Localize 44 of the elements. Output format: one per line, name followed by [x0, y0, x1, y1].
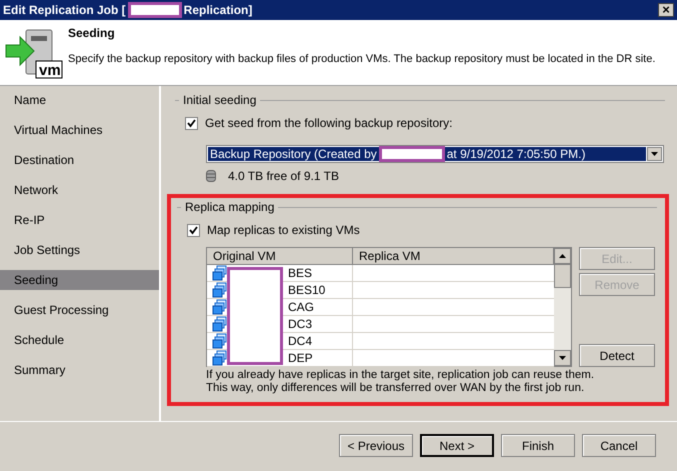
sidebar-item[interactable]: Guest Processing [0, 300, 159, 320]
close-button[interactable]: × [658, 3, 674, 17]
sidebar-item[interactable]: Job Settings [0, 240, 159, 260]
checkbox-label: Map replicas to existing VMs [207, 222, 360, 239]
database-icon [206, 170, 216, 182]
sidebar-item[interactable]: Destination [0, 150, 159, 170]
checkbox[interactable] [187, 224, 200, 236]
dialog-button[interactable]: Detect [579, 344, 655, 367]
sidebar-item[interactable]: Seeding [0, 270, 159, 290]
vm-icon [212, 350, 228, 366]
dialog-button[interactable]: Cancel [582, 434, 656, 457]
group-legend: Initial seeding [183, 93, 256, 107]
sidebar-item[interactable]: Re-IP [0, 210, 159, 230]
repository-dropdown[interactable]: Backup Repository (Created by at 9/19/2012 7:05:50 PM.) [206, 145, 664, 163]
vm-icon [212, 265, 228, 281]
sidebar-item[interactable]: Network [0, 180, 159, 200]
vm-icon [212, 282, 228, 298]
redaction-box [128, 2, 182, 18]
dialog-button[interactable]: < Previous [339, 434, 413, 457]
free-space-text: 4.0 TB free of 9.1 TB [228, 168, 339, 185]
group-legend: Replica mapping [185, 200, 274, 214]
window-title: Replication] [184, 2, 252, 19]
scroll-up-icon[interactable] [554, 248, 571, 264]
checkbox[interactable] [185, 116, 198, 130]
replica-note: If you already have replicas in the target site, replication job can reuse them. This way, only differences will be transferred over WAN by the first job run. [205, 369, 596, 395]
scrollbar[interactable] [554, 248, 571, 366]
scroll-down-icon[interactable] [554, 350, 571, 366]
sidebar-item[interactable]: Schedule [0, 330, 159, 350]
window-title: Edit Replication Job [ [3, 2, 126, 19]
dialog-button[interactable]: Finish [501, 434, 575, 457]
sidebar-item[interactable]: Name [0, 90, 159, 110]
column-header[interactable]: Replica VM [353, 248, 554, 265]
checkbox-label: Get seed from the following backup repository: [205, 115, 452, 132]
vm-icon [212, 299, 228, 315]
scroll-thumb[interactable] [554, 264, 571, 288]
redaction-box [378, 146, 445, 162]
vm-icon [212, 333, 228, 349]
sidebar-item[interactable]: Virtual Machines [0, 120, 159, 140]
dialog-button[interactable]: Next > [420, 434, 494, 457]
vm-icon [212, 316, 228, 332]
column-header[interactable]: Original VM [207, 248, 353, 265]
page-description: Specify the backup repository with backup files of production VMs. The backup repository must be located in the DR site. [68, 52, 656, 67]
sidebar-item[interactable]: Summary [0, 360, 159, 380]
page-title: Seeding [68, 25, 116, 42]
